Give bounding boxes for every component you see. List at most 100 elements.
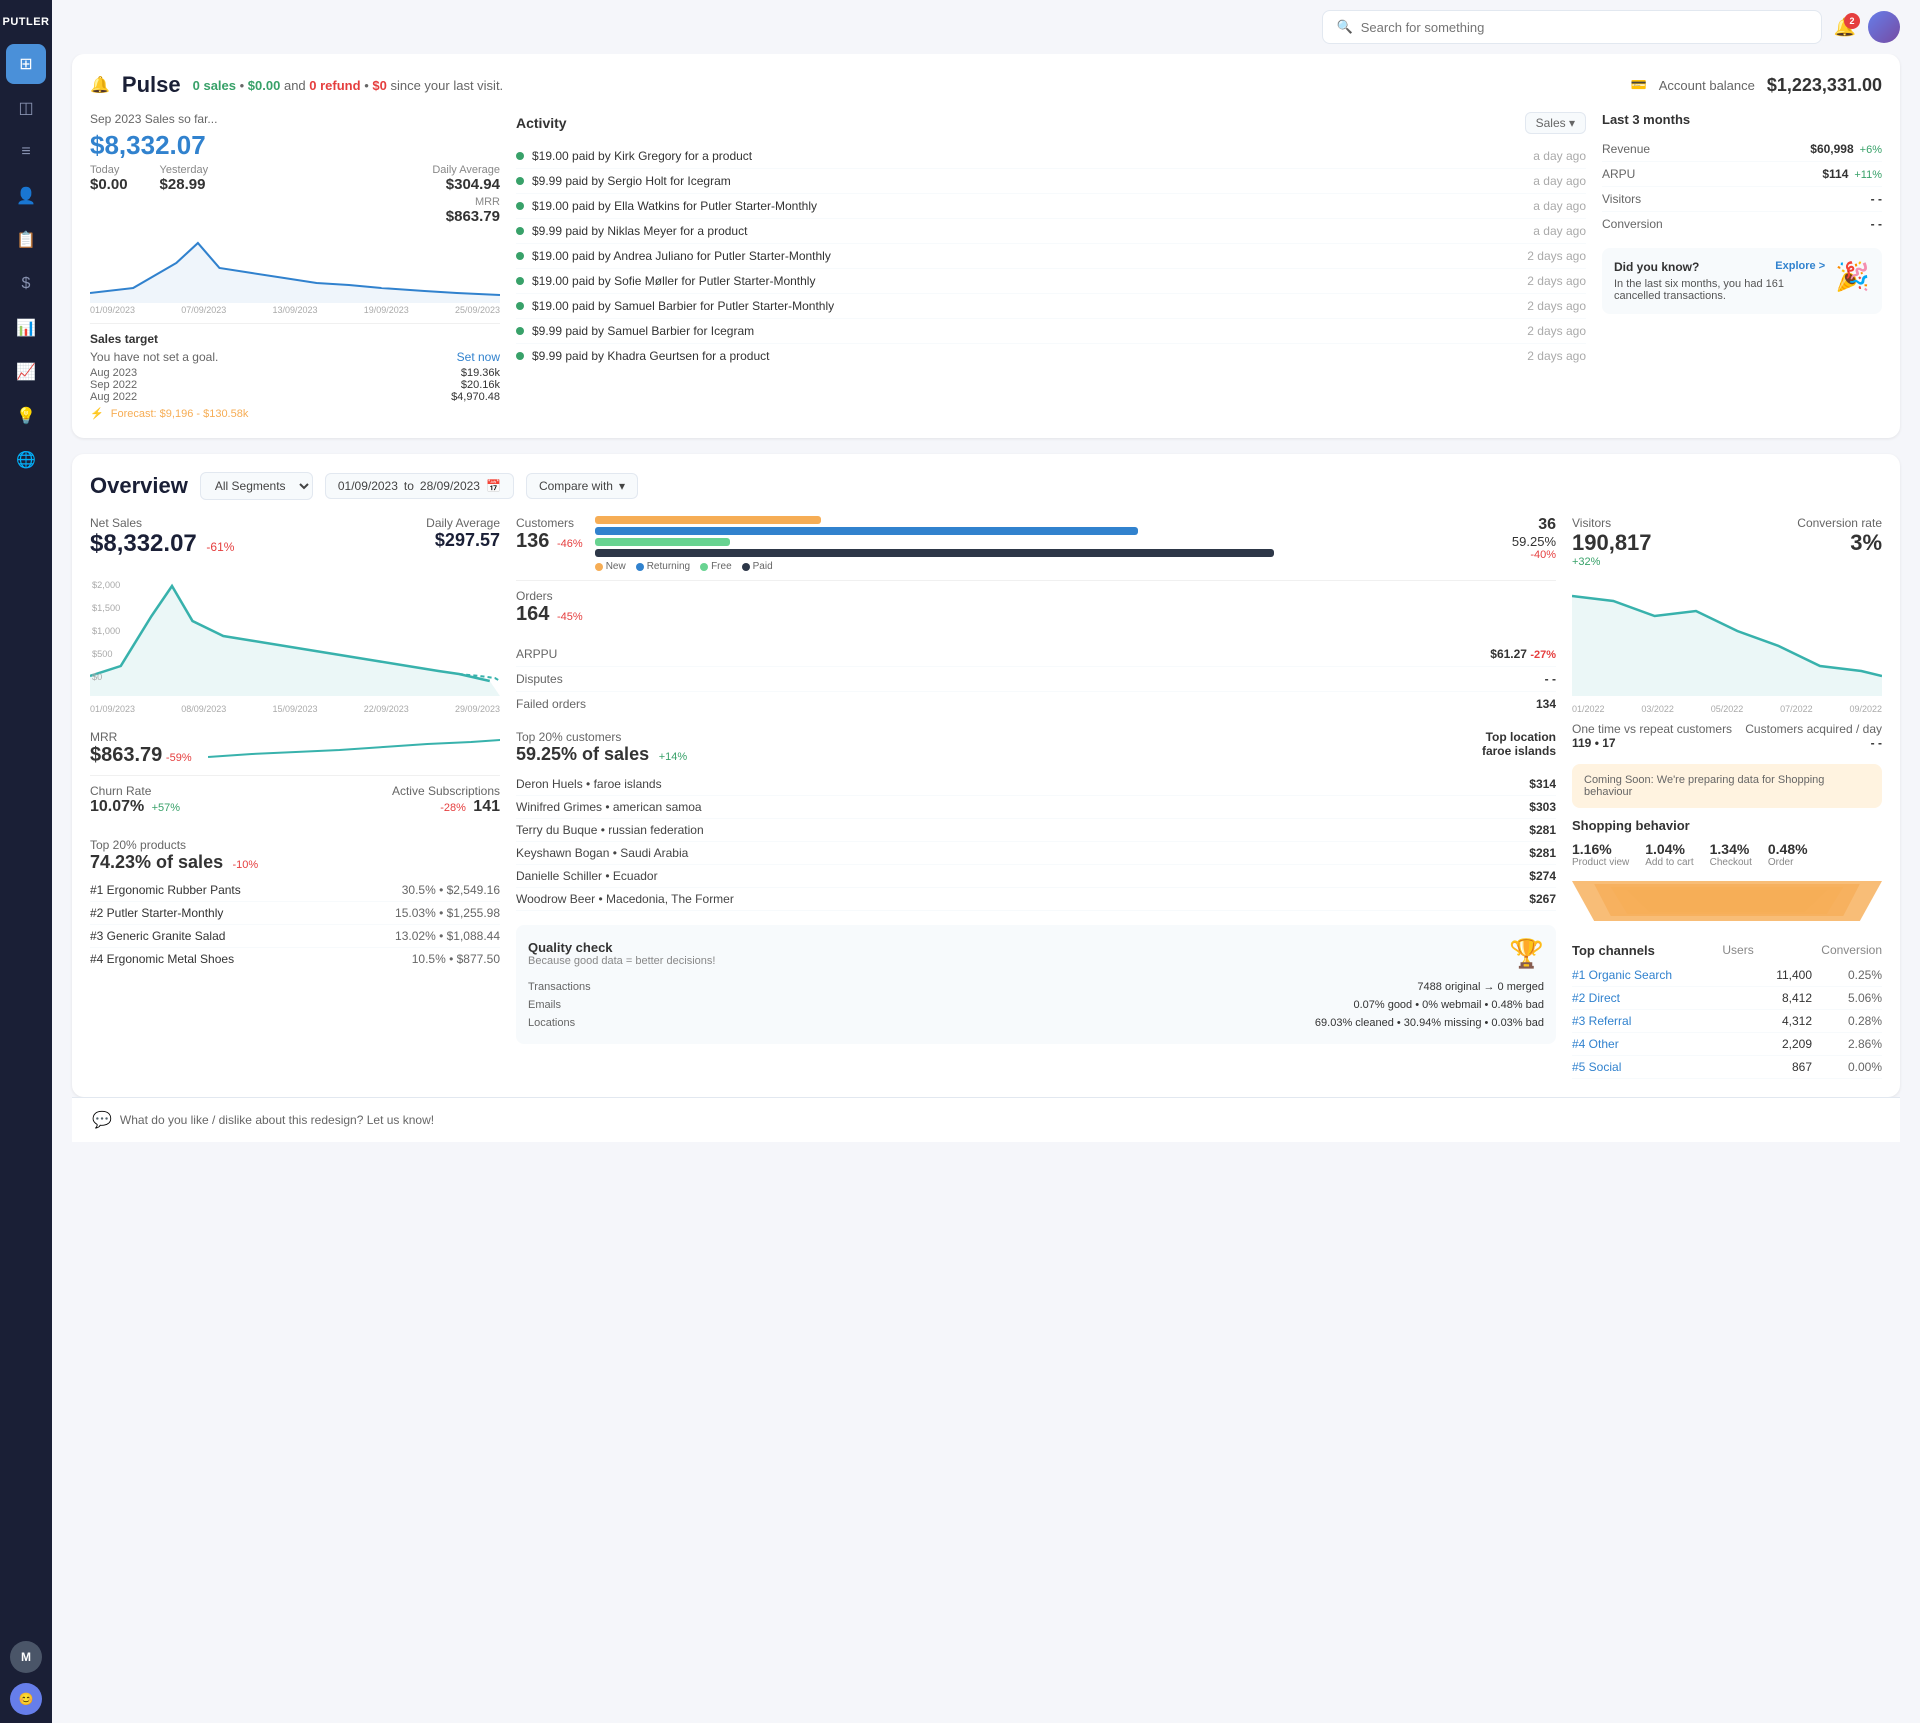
sidebar-item-globe[interactable]: 🌐 (6, 440, 46, 480)
activity-item: $9.99 paid by Niklas Meyer for a product… (516, 219, 1586, 244)
channels-users-label: Users (1722, 943, 1753, 958)
mrr-val-sales: $863.79 (432, 208, 500, 225)
sidebar-item-insights[interactable]: 💡 (6, 396, 46, 436)
visitors-chart (1572, 576, 1882, 696)
app-logo: PUTLER (3, 8, 50, 40)
sidebar-item-dashboard[interactable]: ⊞ (6, 44, 46, 84)
activity-header: Activity Sales ▾ (516, 112, 1586, 134)
forecast-text: ⚡ Forecast: $9,196 - $130.58k (90, 407, 500, 420)
orders-label: Orders (516, 589, 583, 603)
sidebar-item-customers[interactable]: 👤 (6, 176, 46, 216)
pulse-sales-amount: $0.00 (248, 78, 281, 93)
right-column: Visitors 190,817 +32% Conversion rate 3% (1572, 516, 1882, 1079)
sales-today-row: Today $0.00 Yesterday $28.99 Daily Avera… (90, 161, 500, 225)
sidebar: PUTLER ⊞ ◫ ≡ 👤 📋 $ 📊 📈 💡 🌐 M 😊 (0, 0, 52, 1723)
daily-avg-label-ov: Daily Average (426, 516, 500, 530)
feedback-icon: 💬 (92, 1110, 112, 1130)
last3-card: Last 3 months Revenue $60,998+6% ARPU $1… (1602, 112, 1882, 236)
tp-row-2: #2 Putler Starter-Monthly 15.03% • $1,25… (90, 902, 500, 925)
compare-with-dropdown[interactable]: Compare with ▾ (526, 473, 638, 499)
arppu-row: ARPPU $61.27 -27% (516, 642, 1556, 667)
daily-avg-label: Daily Average (432, 164, 500, 176)
left-column: Net Sales $8,332.07 -61% Daily Average $… (90, 516, 500, 1079)
top-products-change: -10% (232, 859, 258, 871)
top20-cust-2: Winifred Grimes • american samoa$303 (516, 796, 1556, 819)
top20-card: Top 20% customers 59.25% of sales +14% T… (516, 730, 1556, 911)
sidebar-item-payments[interactable]: $ (6, 264, 46, 304)
search-bar[interactable]: 🔍 (1322, 10, 1822, 44)
cust-right-stats: 36 59.25% -40% (1512, 516, 1556, 561)
one-time-label: One time vs repeat customers (1572, 722, 1732, 736)
active-sub-change: -28% (440, 802, 466, 814)
quality-emails: Emails 0.07% good • 0% webmail • 0.48% b… (528, 996, 1544, 1014)
last3-revenue: Revenue $60,998+6% (1602, 137, 1882, 162)
activity-filter[interactable]: Sales ▾ (1525, 112, 1586, 134)
pulse-section: 🔔 Pulse 0 sales • $0.00 and 0 refund • $… (72, 54, 1900, 438)
did-you-know: Did you know? Explore > In the last six … (1602, 248, 1882, 314)
activity-text: $9.99 paid by Khadra Geurtsen for a prod… (532, 349, 1515, 363)
svg-text:$1,000: $1,000 (92, 626, 120, 636)
customers-value: 136 (516, 530, 549, 552)
segment-select[interactable]: All Segments (200, 472, 313, 500)
set-now-button[interactable]: Set now (457, 350, 500, 364)
orders-row: Orders 164 -45% (516, 580, 1556, 634)
daily-avg-val: $304.94 (432, 176, 500, 193)
calendar-icon: 📅 (486, 479, 501, 493)
customers-card: Customers 136 -46% (516, 516, 1556, 716)
mrr-ov-change: -59% (166, 752, 192, 764)
net-sales-change: -61% (206, 540, 234, 554)
conv-rate-val: 3% (1797, 530, 1882, 556)
search-input[interactable] (1361, 20, 1807, 35)
last3-conversion: Conversion - - (1602, 212, 1882, 236)
sidebar-item-orders[interactable]: 📋 (6, 220, 46, 260)
date-range-picker[interactable]: 01/09/2023 to 28/09/2023 📅 (325, 473, 514, 499)
orders-value: 164 (516, 603, 549, 625)
pulse-refund-count: 0 refund (309, 78, 360, 93)
sales-amount: $8,332.07 (90, 130, 500, 161)
pulse-refund-amount: $0 (372, 78, 386, 93)
top-products-value: 74.23% of sales (90, 852, 223, 872)
last3-panel: Last 3 months Revenue $60,998+6% ARPU $1… (1602, 112, 1882, 420)
activity-text: $19.00 paid by Samuel Barbier for Putler… (532, 299, 1515, 313)
shopping-checkout: 1.34% Checkout (1710, 841, 1752, 868)
top20-pct-change: +14% (659, 751, 687, 763)
target-subtitle: You have not set a goal. (90, 350, 218, 364)
dyk-explore-link[interactable]: Explore > (1775, 260, 1825, 274)
search-icon: 🔍 (1337, 19, 1353, 35)
active-sub-val: 141 (473, 798, 500, 815)
sidebar-item-analytics[interactable]: ◫ (6, 88, 46, 128)
funnel-chart (1572, 876, 1882, 929)
sidebar-item-trends[interactable]: 📈 (6, 352, 46, 392)
churn-row: Churn Rate 10.07% +57% Active Subscripti… (90, 775, 500, 824)
sidebar-avatar-user[interactable]: 😊 (10, 1683, 42, 1715)
user-avatar[interactable] (1868, 11, 1900, 43)
activity-text: $9.99 paid by Samuel Barbier for Icegram (532, 324, 1515, 338)
visitors-value: 190,817 (1572, 530, 1652, 555)
shopping-add-to-cart: 1.04% Add to cart (1645, 841, 1693, 868)
mrr-overview-card: MRR $863.79 -59% (90, 730, 500, 767)
pulse-mini-chart (90, 233, 500, 303)
bell-button[interactable]: 🔔 2 (1834, 17, 1856, 38)
dyk-text: In the last six months, you had 161 canc… (1614, 278, 1825, 302)
pulse-title: Pulse (122, 72, 181, 98)
today-label: Today (90, 164, 119, 176)
activity-title: Activity (516, 115, 567, 131)
quality-locations: Locations 69.03% cleaned • 30.94% missin… (528, 1014, 1544, 1032)
activity-text: $9.99 paid by Niklas Meyer for a product (532, 224, 1521, 238)
top-location-val: faroe islands (1482, 744, 1556, 758)
channel-5: #5 Social 867 0.00% (1572, 1056, 1882, 1079)
svg-text:$500: $500 (92, 649, 113, 659)
orders-change: -45% (557, 611, 583, 623)
activity-text: $19.00 paid by Kirk Gregory for a produc… (532, 149, 1521, 163)
top20-pct: 59.25% of sales (516, 744, 649, 764)
quality-icon: 🏆 (1509, 937, 1544, 970)
top20-label: Top 20% customers (516, 730, 687, 744)
feedback-text: What do you like / dislike about this re… (120, 1113, 434, 1127)
main-content: 🔍 🔔 2 🔔 Pulse 0 sales • $0.00 and 0 refu… (52, 0, 1920, 1723)
sidebar-item-reports[interactable]: ≡ (6, 132, 46, 172)
sidebar-avatar-m[interactable]: M (10, 1641, 42, 1673)
net-sales-card: Net Sales $8,332.07 -61% Daily Average $… (90, 516, 500, 714)
pulse-header: 🔔 Pulse 0 sales • $0.00 and 0 refund • $… (90, 72, 1882, 98)
sidebar-item-charts[interactable]: 📊 (6, 308, 46, 348)
customers-change: -46% (557, 538, 583, 550)
